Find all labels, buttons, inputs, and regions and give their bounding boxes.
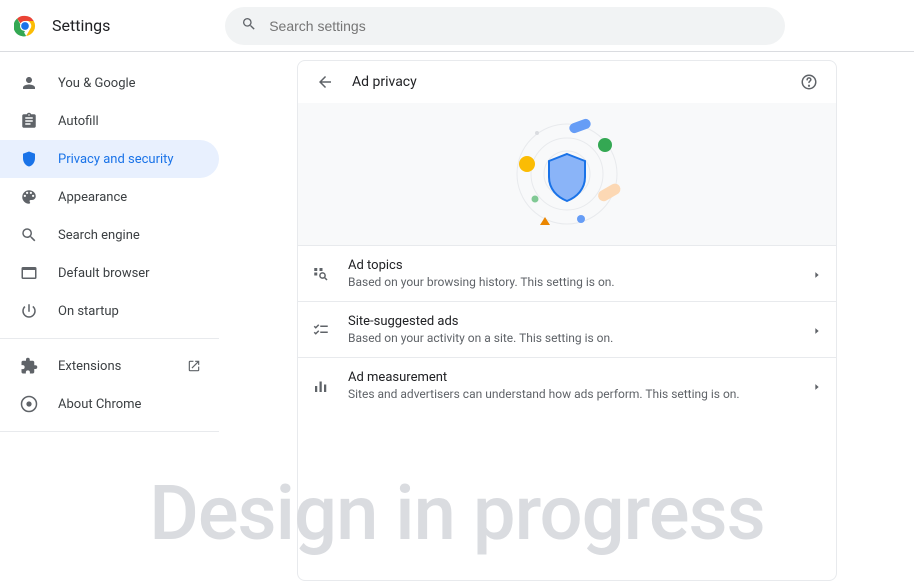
sidebar-item-label: Appearance <box>58 190 127 205</box>
sidebar-item-label: About Chrome <box>58 397 141 412</box>
row-title: Ad measurement <box>348 370 794 385</box>
search-icon <box>20 226 38 244</box>
help-button[interactable] <box>796 69 822 95</box>
app-title: Settings <box>52 16 110 35</box>
hero-illustration <box>298 103 836 245</box>
sidebar-item-about-chrome[interactable]: About Chrome <box>0 385 219 423</box>
search-icon <box>241 16 257 36</box>
sidebar-item-label: Default browser <box>58 266 150 281</box>
sidebar-item-appearance[interactable]: Appearance <box>0 178 219 216</box>
row-title: Site-suggested ads <box>348 314 794 329</box>
shield-icon <box>20 150 38 168</box>
person-icon <box>20 74 38 92</box>
sidebar-item-default-browser[interactable]: Default browser <box>0 254 219 292</box>
sidebar-item-on-startup[interactable]: On startup <box>0 292 219 330</box>
chrome-logo-icon <box>14 15 36 37</box>
page-title: Ad privacy <box>352 74 782 90</box>
sidebar-item-label: Autofill <box>58 114 99 129</box>
arrow-back-icon <box>316 73 334 91</box>
row-subtitle: Based on your activity on a site. This s… <box>348 331 794 345</box>
sidebar-item-search-engine[interactable]: Search engine <box>0 216 219 254</box>
browser-icon <box>20 264 38 282</box>
help-icon <box>800 73 818 91</box>
clipboard-icon <box>20 112 38 130</box>
setting-row-ad-topics[interactable]: Ad topics Based on your browsing history… <box>298 245 836 301</box>
setting-row-ad-measurement[interactable]: Ad measurement Sites and advertisers can… <box>298 357 836 413</box>
back-button[interactable] <box>312 69 338 95</box>
sidebar-item-label: On startup <box>58 304 119 319</box>
row-subtitle: Based on your browsing history. This set… <box>348 275 794 289</box>
chevron-right-icon <box>812 269 822 279</box>
power-icon <box>20 302 38 320</box>
sidebar: You & Google Autofill Privacy and securi… <box>0 52 220 581</box>
chevron-right-icon <box>812 325 822 335</box>
sidebar-item-extensions[interactable]: Extensions <box>0 347 219 385</box>
topics-icon <box>312 265 330 283</box>
extension-icon <box>20 357 38 375</box>
sidebar-item-label: Search engine <box>58 228 140 243</box>
card-header: Ad privacy <box>298 61 836 103</box>
search-box[interactable] <box>225 7 785 45</box>
sidebar-item-label: Privacy and security <box>58 152 174 167</box>
checklist-icon <box>312 321 330 339</box>
ad-privacy-card: Ad privacy <box>297 60 837 581</box>
sidebar-item-you-and-google[interactable]: You & Google <box>0 64 219 102</box>
sidebar-item-autofill[interactable]: Autofill <box>0 102 219 140</box>
row-title: Ad topics <box>348 258 794 273</box>
setting-row-site-suggested-ads[interactable]: Site-suggested ads Based on your activit… <box>298 301 836 357</box>
palette-icon <box>20 188 38 206</box>
row-subtitle: Sites and advertisers can understand how… <box>348 387 794 401</box>
search-input[interactable] <box>269 18 769 34</box>
app-header: Settings <box>0 0 914 52</box>
sidebar-item-privacy-security[interactable]: Privacy and security <box>0 140 219 178</box>
barchart-icon <box>312 377 330 395</box>
sidebar-item-label: Extensions <box>58 359 121 374</box>
main-content: Ad privacy <box>220 52 914 581</box>
chevron-right-icon <box>812 381 822 391</box>
sidebar-item-label: You & Google <box>58 76 136 91</box>
open-external-icon <box>187 359 201 373</box>
chrome-icon <box>20 395 38 413</box>
